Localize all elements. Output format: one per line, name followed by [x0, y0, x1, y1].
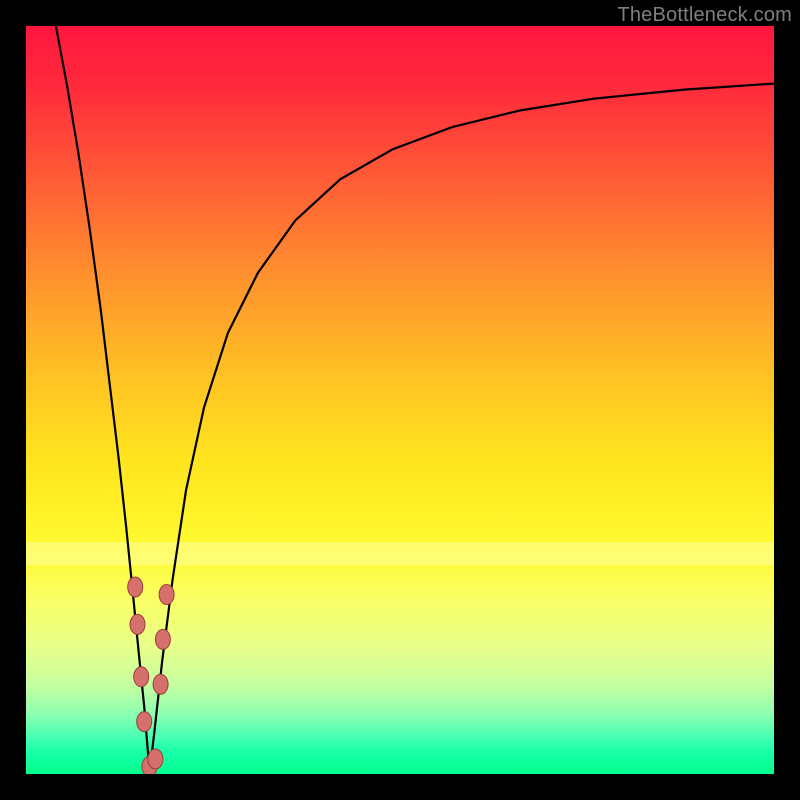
curve-left-branch	[56, 26, 149, 774]
data-marker-1	[130, 614, 145, 634]
curve-right-branch	[149, 84, 774, 774]
data-marker-3	[137, 712, 152, 732]
data-marker-6	[153, 674, 168, 694]
data-marker-8	[159, 585, 174, 605]
chart-frame: TheBottleneck.com	[0, 0, 800, 800]
data-marker-0	[128, 577, 143, 597]
watermark-text: TheBottleneck.com	[617, 4, 792, 27]
data-marker-7	[155, 629, 170, 649]
plot-area	[26, 26, 774, 774]
data-marker-5	[148, 749, 163, 769]
data-marker-2	[134, 667, 149, 687]
curve-layer	[26, 26, 774, 774]
